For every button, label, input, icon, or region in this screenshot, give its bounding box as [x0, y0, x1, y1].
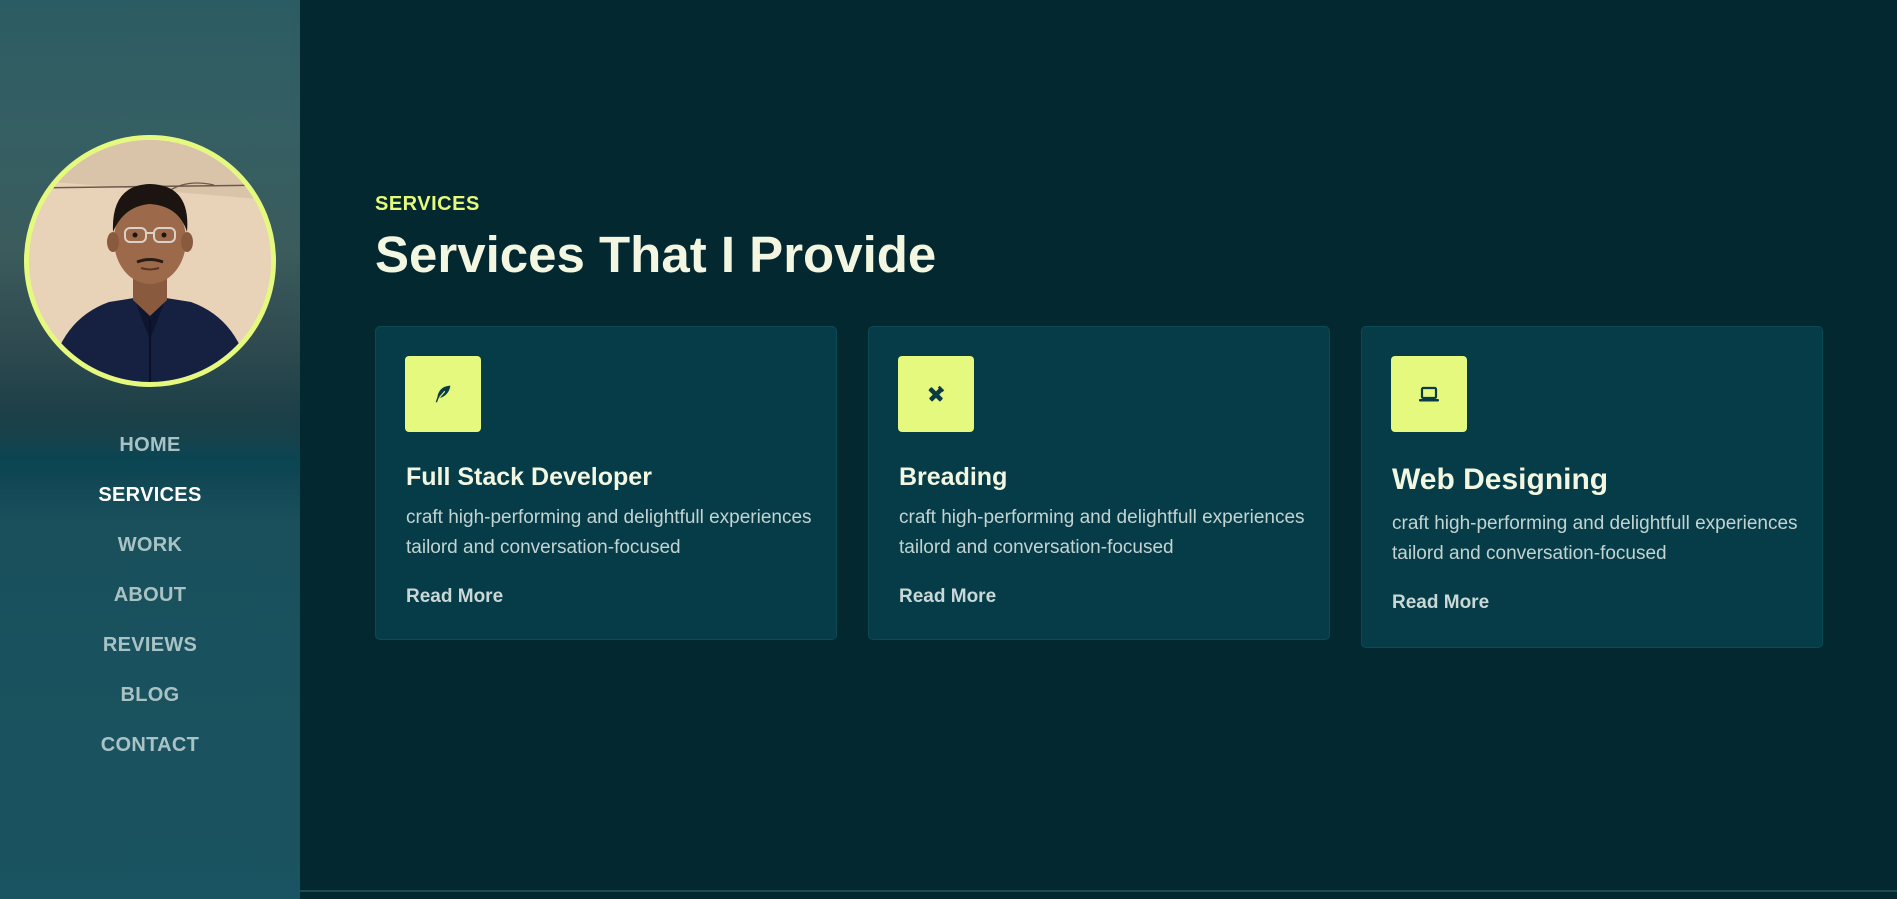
service-title: Breading: [899, 463, 1008, 491]
avatar: [24, 135, 276, 387]
pen-ruler-icon: [898, 356, 974, 432]
avatar-photo: [29, 140, 271, 382]
service-card-breading: Breading craft high-performing and delig…: [868, 326, 1330, 640]
read-more-link[interactable]: Read More: [899, 586, 996, 608]
main-nav: HOME SERVICES WORK ABOUT REVIEWS BLOG CO…: [0, 420, 300, 770]
service-title: Web Designing: [1392, 463, 1609, 496]
nav-item-contact[interactable]: CONTACT: [0, 720, 300, 770]
section-eyebrow: SERVICES: [375, 193, 480, 215]
service-description: craft high-performing and delightfull ex…: [899, 507, 1305, 558]
service-description: craft high-performing and delightfull ex…: [406, 507, 812, 558]
nav-item-reviews[interactable]: REVIEWS: [0, 620, 300, 670]
section-divider: [300, 890, 1897, 892]
section-title: Services That I Provide: [375, 226, 937, 283]
read-more-link[interactable]: Read More: [1392, 592, 1489, 614]
nav-item-home[interactable]: HOME: [0, 420, 300, 470]
sidebar: HOME SERVICES WORK ABOUT REVIEWS BLOG CO…: [0, 0, 300, 899]
nav-item-services[interactable]: SERVICES: [0, 470, 300, 520]
nav-item-blog[interactable]: BLOG: [0, 670, 300, 720]
feather-icon: [405, 356, 481, 432]
service-title: Full Stack Developer: [406, 463, 652, 491]
read-more-link[interactable]: Read More: [406, 586, 503, 608]
service-description: craft high-performing and delightfull ex…: [1392, 513, 1798, 564]
nav-item-about[interactable]: ABOUT: [0, 570, 300, 620]
service-card-full-stack: Full Stack Developer craft high-performi…: [375, 326, 837, 640]
service-card-web-designing: Web Designing craft high-performing and …: [1361, 326, 1823, 648]
laptop-icon: [1391, 356, 1467, 432]
nav-item-work[interactable]: WORK: [0, 520, 300, 570]
services-section: SERVICES Services That I Provide Full St…: [300, 0, 1897, 899]
